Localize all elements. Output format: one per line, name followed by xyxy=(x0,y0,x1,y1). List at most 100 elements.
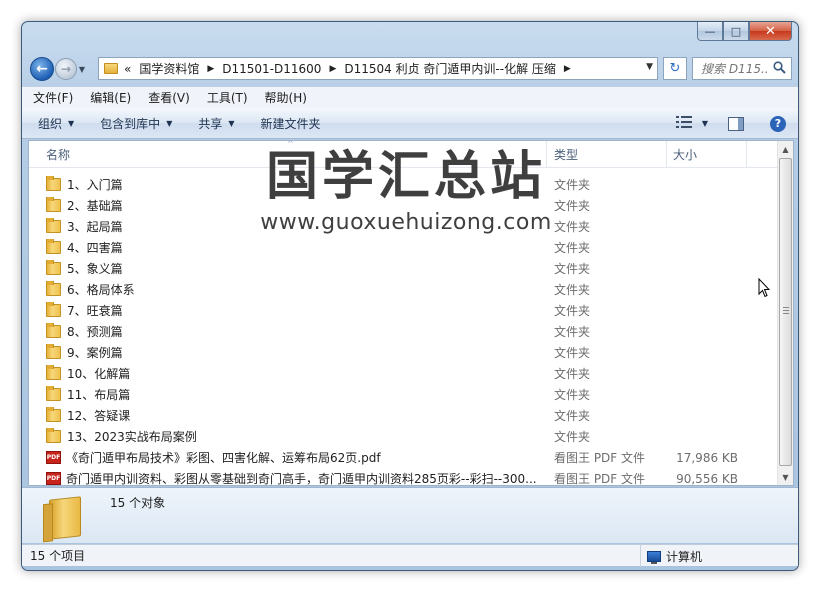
share-label: 共享 xyxy=(198,116,223,131)
column-header-type[interactable]: 类型 xyxy=(547,141,667,168)
file-row[interactable]: 2、基础篇 文件夹 xyxy=(29,195,779,216)
file-name-cell: 2、基础篇 xyxy=(29,197,554,214)
folder-icon xyxy=(46,323,61,338)
file-row[interactable]: 13、2023实战布局案例 文件夹 xyxy=(29,426,779,447)
details-pane: 15 个对象 xyxy=(22,487,798,543)
address-dropdown-icon[interactable]: ▼ xyxy=(646,62,653,72)
recent-pages-dropdown[interactable]: ▼ xyxy=(77,65,87,74)
breadcrumb-overflow[interactable]: « xyxy=(124,62,131,76)
file-list: 1、入门篇 文件夹 2、基础篇 文件夹 3、起局篇 文件夹 4、四害篇 文件夹 5、象义篇 文件夹… xyxy=(29,174,779,486)
column-header-name-label: 名称 xyxy=(46,147,71,162)
file-name-cell: 6、格局体系 xyxy=(29,281,554,298)
breadcrumb-separator-icon[interactable]: ▶ xyxy=(207,64,214,74)
file-row[interactable]: 8、预测篇 文件夹 xyxy=(29,321,779,342)
file-name: 奇门遁甲内训资料、彩图从零基础到奇门高手，奇门遁甲内训资料285页彩--彩扫--… xyxy=(66,472,537,486)
column-header-name[interactable]: ^ 名称 xyxy=(29,141,547,168)
refresh-button[interactable]: ↻ xyxy=(663,57,687,80)
grip-icon xyxy=(783,307,789,314)
scroll-up-button[interactable]: ▲ xyxy=(778,141,793,157)
menu-edit[interactable]: 编辑(E) xyxy=(90,89,131,106)
file-name-cell: 8、预测篇 xyxy=(29,323,554,340)
maximize-button[interactable]: □ xyxy=(723,22,749,41)
file-row[interactable]: 1、入门篇 文件夹 xyxy=(29,174,779,195)
organize-button[interactable]: 组织 ▼ xyxy=(38,115,74,132)
search-box[interactable] xyxy=(692,57,792,80)
breadcrumb-item[interactable]: D11504 利贞 奇门遁甲内训--化解 压缩 xyxy=(344,60,556,77)
menu-tools[interactable]: 工具(T) xyxy=(207,89,248,106)
share-button[interactable]: 共享 ▼ xyxy=(198,115,234,132)
file-row[interactable]: 5、象义篇 文件夹 xyxy=(29,258,779,279)
file-type: 文件夹 xyxy=(554,409,591,423)
pdf-file-icon: PDF xyxy=(46,472,61,485)
menu-view[interactable]: 查看(V) xyxy=(148,89,190,106)
column-header-size[interactable]: 大小 xyxy=(667,141,747,168)
file-row[interactable]: 9、案例篇 文件夹 xyxy=(29,342,779,363)
file-list-pane: ^ 名称 类型 大小 1、入门篇 文件夹 2、基础篇 文件夹 3、起局篇 文件夹 4、四害篇… xyxy=(28,140,794,486)
status-location: 计算机 xyxy=(640,545,702,567)
file-row[interactable]: PDF 奇门遁甲内训资料、彩图从零基础到奇门高手，奇门遁甲内训资料285页彩--彩… xyxy=(29,468,779,486)
file-name: 4、四害篇 xyxy=(67,241,123,255)
chevron-down-icon: ▼ xyxy=(228,118,235,128)
search-icon[interactable] xyxy=(773,61,786,78)
scroll-thumb[interactable] xyxy=(779,158,792,466)
close-button[interactable]: ✕ xyxy=(749,22,792,41)
vertical-scrollbar[interactable]: ▲ ▼ xyxy=(777,141,793,485)
command-bar: 组织 ▼ 包含到库中 ▼ 共享 ▼ 新建文件夹 ▼ ? xyxy=(22,108,798,139)
file-name: 8、预测篇 xyxy=(67,325,123,339)
file-type: 文件夹 xyxy=(554,199,591,213)
chevron-down-icon: ▼ xyxy=(68,118,75,128)
new-folder-button[interactable]: 新建文件夹 xyxy=(261,115,321,132)
file-row[interactable]: 4、四害篇 文件夹 xyxy=(29,237,779,258)
file-type: 文件夹 xyxy=(554,220,591,234)
include-in-library-button[interactable]: 包含到库中 ▼ xyxy=(100,115,172,132)
organize-label: 组织 xyxy=(38,116,63,131)
file-size: 90,556 KB xyxy=(676,471,738,486)
status-item-count: 15 个项目 xyxy=(30,549,86,563)
include-in-library-label: 包含到库中 xyxy=(100,116,161,131)
file-name-cell: 7、旺衰篇 xyxy=(29,302,554,319)
explorer-window: — □ ✕ ← → ▼ « 国学资料馆 ▶ D11501-D11600 ▶ D1… xyxy=(21,21,799,571)
breadcrumb-separator-icon[interactable]: ▶ xyxy=(564,64,571,74)
file-type: 文件夹 xyxy=(554,262,591,276)
breadcrumb-item[interactable]: 国学资料馆 xyxy=(139,60,199,77)
file-row[interactable]: 6、格局体系 文件夹 xyxy=(29,279,779,300)
menu-help[interactable]: 帮助(H) xyxy=(265,89,307,106)
file-type: 看图王 PDF 文件 xyxy=(554,451,646,465)
file-row[interactable]: 12、答疑课 文件夹 xyxy=(29,405,779,426)
chevron-down-icon: ▼ xyxy=(166,118,173,128)
back-button[interactable]: ← xyxy=(30,57,54,81)
search-input[interactable] xyxy=(701,61,769,76)
file-row[interactable]: 3、起局篇 文件夹 xyxy=(29,216,779,237)
file-type: 文件夹 xyxy=(554,178,591,192)
help-icon[interactable]: ? xyxy=(770,115,786,132)
menu-file[interactable]: 文件(F) xyxy=(33,89,73,106)
folder-icon xyxy=(46,218,61,233)
forward-button[interactable]: → xyxy=(55,58,77,80)
file-row[interactable]: PDF 《奇门遁甲布局技术》彩图、四害化解、运筹布局62页.pdf 看图王 PDF … xyxy=(29,447,779,468)
breadcrumb-separator-icon[interactable]: ▶ xyxy=(329,64,336,74)
file-name-cell: 9、案例篇 xyxy=(29,344,554,361)
file-row[interactable]: 7、旺衰篇 文件夹 xyxy=(29,300,779,321)
breadcrumb-item[interactable]: D11501-D11600 xyxy=(222,62,321,76)
view-dropdown-icon[interactable]: ▼ xyxy=(702,119,708,128)
file-type: 文件夹 xyxy=(554,241,591,255)
minimize-button[interactable]: — xyxy=(697,22,723,41)
scroll-down-button[interactable]: ▼ xyxy=(778,469,793,485)
file-name: 6、格局体系 xyxy=(67,283,135,297)
folder-icon xyxy=(46,239,61,254)
file-name: 5、象义篇 xyxy=(67,262,123,276)
file-name-cell: PDF 奇门遁甲内训资料、彩图从零基础到奇门高手，奇门遁甲内训资料285页彩--彩… xyxy=(29,470,554,486)
folder-icon xyxy=(46,197,61,212)
file-row[interactable]: 11、布局篇 文件夹 xyxy=(29,384,779,405)
address-bar[interactable]: « 国学资料馆 ▶ D11501-D11600 ▶ D11504 利贞 奇门遁甲… xyxy=(98,57,658,80)
file-row[interactable]: 10、化解篇 文件夹 xyxy=(29,363,779,384)
folder-icon xyxy=(46,176,61,191)
preview-pane-icon[interactable] xyxy=(728,116,744,131)
status-location-label: 计算机 xyxy=(666,549,703,564)
file-name: 12、答疑课 xyxy=(67,409,131,423)
view-options-icon[interactable] xyxy=(675,115,692,132)
folder-icon xyxy=(46,281,61,296)
file-name: 11、布局篇 xyxy=(67,388,131,402)
details-item-count: 15 个对象 xyxy=(110,496,166,510)
file-name-cell: 11、布局篇 xyxy=(29,386,554,403)
